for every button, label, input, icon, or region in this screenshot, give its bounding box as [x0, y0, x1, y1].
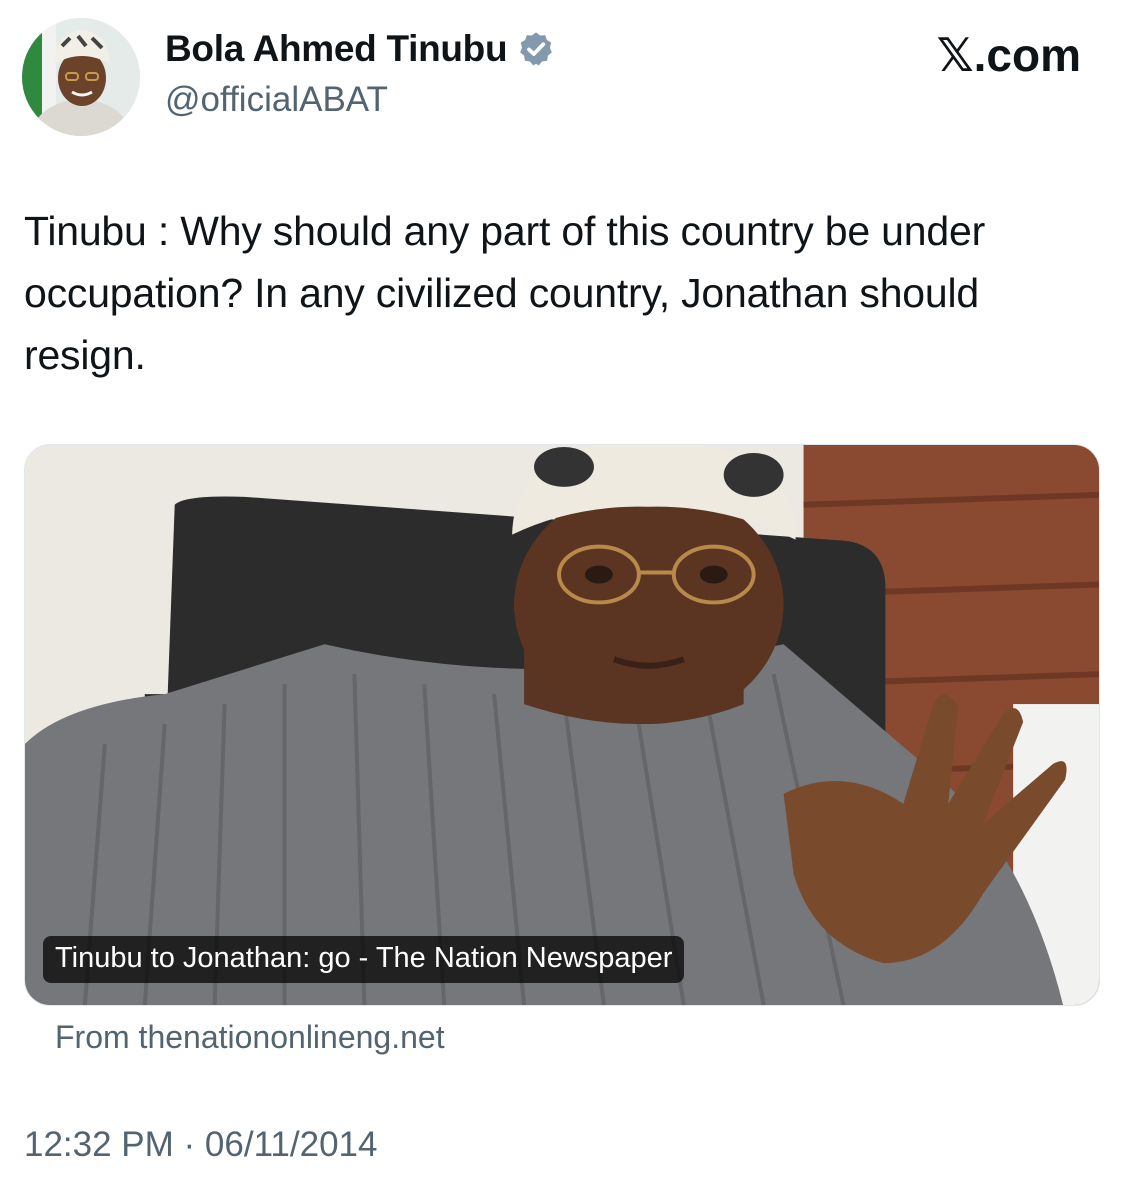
link-card-image[interactable]: Tinubu to Jonathan: go - The Nation News…	[24, 444, 1100, 1006]
link-card-caption: Tinubu to Jonathan: go - The Nation News…	[43, 936, 685, 983]
author-display-name[interactable]: Bola Ahmed Tinubu	[165, 28, 508, 70]
link-card-source[interactable]: From thenationonlineng.net	[55, 1019, 445, 1056]
x-logo-text: 𝕏.com	[936, 29, 1081, 81]
verified-badge-icon	[520, 32, 553, 66]
avatar[interactable]	[22, 18, 140, 136]
author-name-row: Bola Ahmed Tinubu	[165, 28, 555, 70]
news-photo	[25, 445, 1099, 1005]
author-handle[interactable]: @officialABAT	[165, 80, 388, 120]
tweet-timestamp[interactable]: 12:32 PM · 06/11/2014	[24, 1125, 378, 1165]
x-com-logo: 𝕏.com	[937, 28, 1081, 82]
tweet-header: Bola Ahmed Tinubu @officialABAT 𝕏.com	[0, 0, 1123, 160]
avatar-image	[22, 18, 140, 136]
tweet-text: Tinubu : Why should any part of this cou…	[24, 208, 986, 378]
